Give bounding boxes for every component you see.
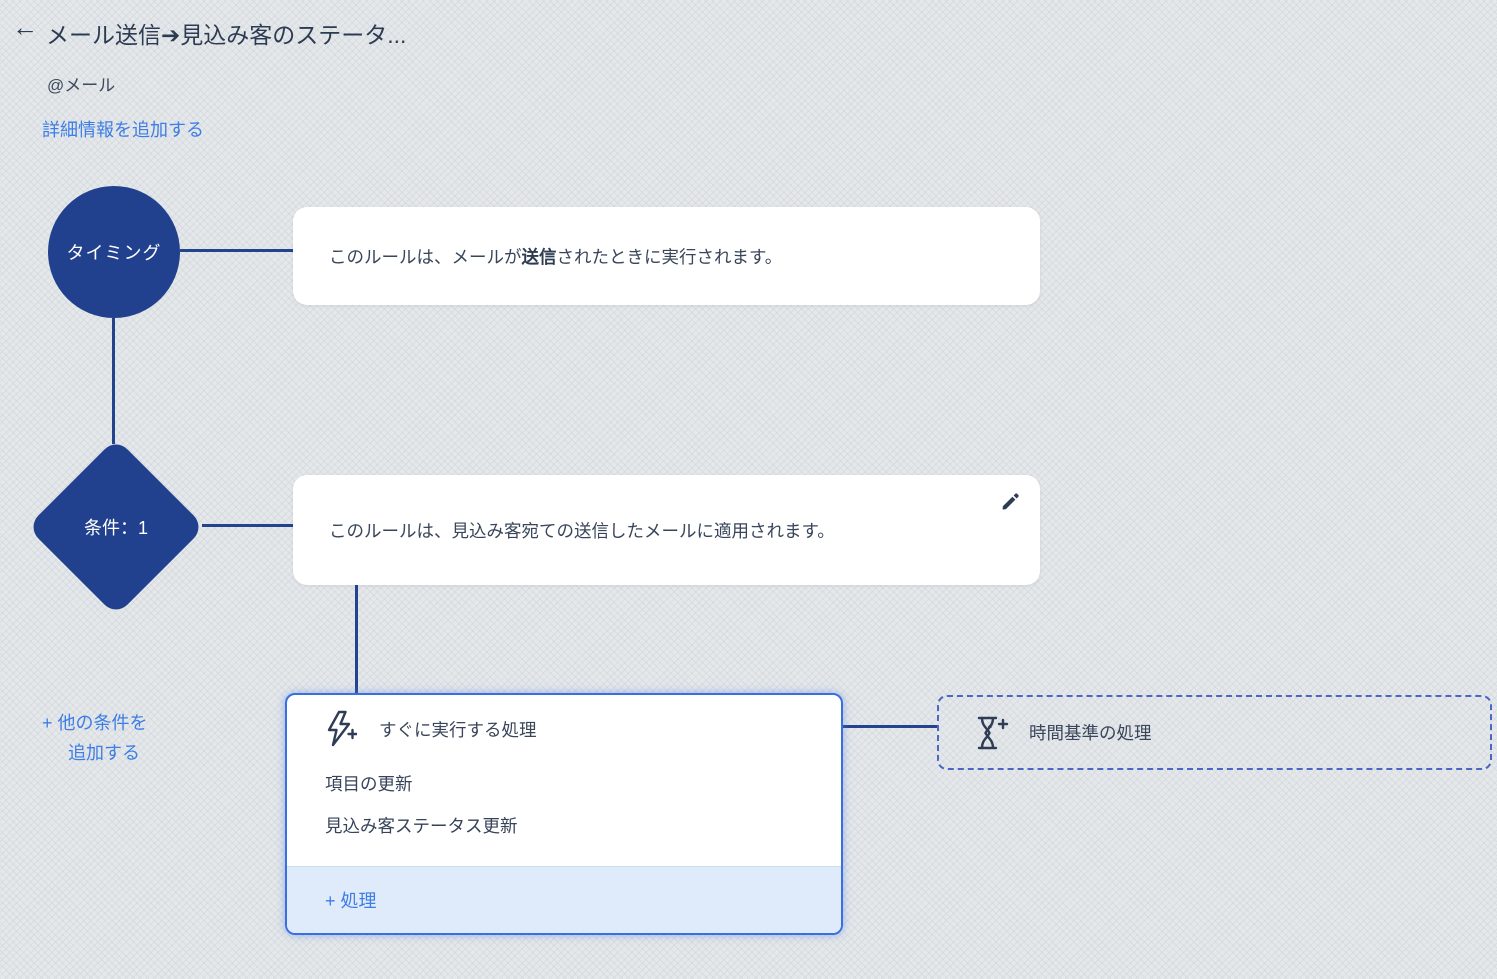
instant-actions-card[interactable]: すぐに実行する処理 項目の更新 見込み客ステータス更新 + 処理 (285, 693, 843, 935)
action-type-label: 項目の更新 (325, 771, 413, 796)
timing-node-label: タイミング (67, 239, 162, 265)
condition-card[interactable]: このルールは、見込み客宛ての送信したメールに適用されます。 (293, 475, 1040, 585)
instant-actions-header: すぐに実行する処理 (325, 707, 537, 751)
connector-timing-condition (112, 318, 115, 444)
instant-actions-title: すぐに実行する処理 (379, 717, 537, 742)
add-action-button[interactable]: + 処理 (325, 887, 377, 913)
add-condition-link[interactable]: + 他の条件を 追加する (42, 708, 148, 768)
action-item[interactable]: 見込み客ステータス更新 (325, 813, 518, 838)
instant-actions-footer: + 処理 (287, 866, 841, 933)
hourglass-plus-icon (975, 715, 1009, 751)
add-details-link[interactable]: 詳細情報を追加する (42, 116, 204, 142)
add-condition-line2: 追加する (42, 738, 148, 768)
time-based-actions-title: 時間基準の処理 (1029, 720, 1152, 745)
back-button[interactable]: ← (12, 14, 38, 40)
connector-actions-timebased (843, 725, 937, 728)
timing-node[interactable]: タイミング (48, 186, 180, 318)
time-based-actions-box[interactable]: 時間基準の処理 (937, 695, 1492, 770)
connector-condition-card (202, 524, 293, 527)
workflow-canvas: ← メール送信➔見込み客のステータ... @メール 詳細情報を追加する タイミン… (0, 0, 1497, 979)
lightning-plus-icon (325, 709, 357, 749)
rule-module-label: @メール (47, 71, 115, 96)
timing-card-text: このルールは、メールが送信されたときに実行されます。 (329, 207, 782, 305)
connector-timing-card (180, 249, 293, 252)
condition-card-text: このルールは、見込み客宛ての送信したメールに適用されます。 (329, 475, 835, 585)
condition-node-label: 条件：1 (53, 464, 179, 590)
timing-card[interactable]: このルールは、メールが送信されたときに実行されます。 (293, 207, 1040, 305)
page-title: メール送信➔見込み客のステータ... (46, 16, 406, 50)
add-condition-line1: + 他の条件を (42, 708, 148, 738)
connector-condition-actions (355, 585, 358, 693)
condition-node[interactable]: 条件：1 (27, 438, 205, 616)
edit-condition-button[interactable] (996, 487, 1024, 515)
pencil-icon (1000, 491, 1021, 512)
